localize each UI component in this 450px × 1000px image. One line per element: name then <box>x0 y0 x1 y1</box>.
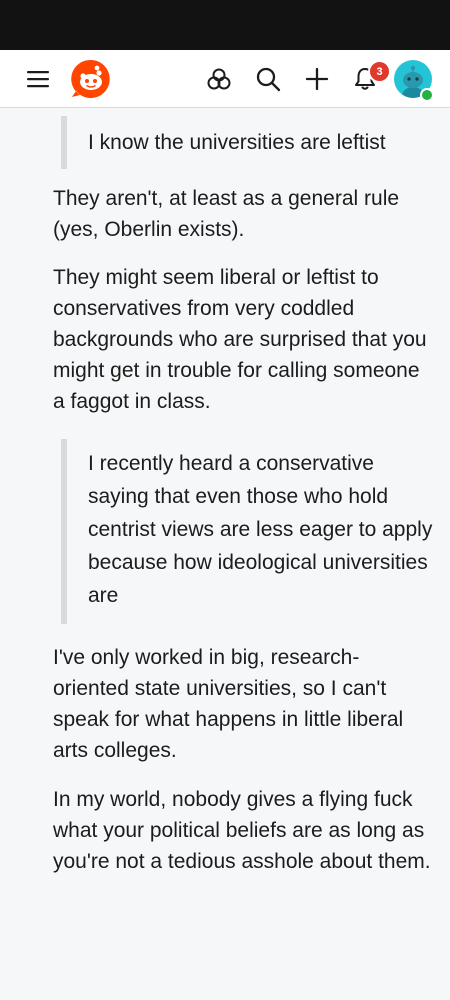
search-icon <box>256 67 281 92</box>
reddit-logo-icon <box>71 59 110 98</box>
quote-text: I recently heard a conservative saying t… <box>88 452 433 607</box>
search-button[interactable] <box>248 50 288 108</box>
blockquote: I know the universities are leftist <box>61 116 433 169</box>
reddit-logo[interactable] <box>70 50 112 108</box>
comment-paragraph: In my world, nobody gives a flying fuck … <box>53 788 431 873</box>
create-post-button[interactable] <box>298 50 336 108</box>
comment-body: I know the universities are leftist They… <box>53 108 433 877</box>
blockquote: I recently heard a conservative saying t… <box>61 439 433 624</box>
quote-text: I know the universities are leftist <box>88 131 386 154</box>
menu-button[interactable] <box>22 50 54 108</box>
comment-paragraph: I've only worked in big, research-orient… <box>53 646 404 762</box>
online-status-dot <box>420 88 434 102</box>
comment-paragraph: They aren't, at least as a general rule … <box>53 187 400 241</box>
comment-paragraph: They might seem liberal or leftist to co… <box>53 266 427 413</box>
app-header: 3 <box>0 50 450 108</box>
communities-icon <box>207 68 231 90</box>
communities-button[interactable] <box>200 50 238 108</box>
status-bar <box>0 0 450 50</box>
plus-icon <box>305 67 329 91</box>
notification-count-badge: 3 <box>368 60 391 83</box>
hamburger-menu-icon <box>27 71 49 88</box>
